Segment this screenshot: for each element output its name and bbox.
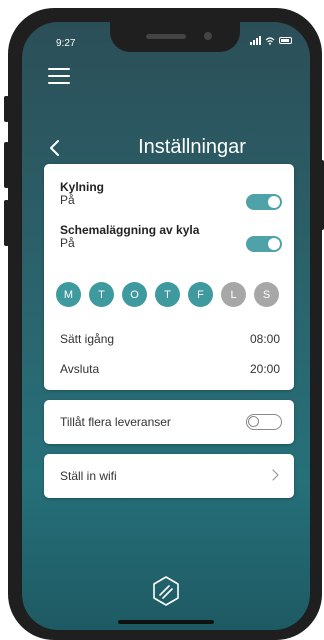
end-time-label: Avsluta [60, 362, 100, 376]
volume-up-button [4, 142, 9, 188]
camera [204, 32, 212, 40]
cooling-value: På [60, 193, 75, 207]
page-title: Inställningar [138, 136, 246, 158]
wifi-setup-label: Ställ in wifi [60, 469, 117, 483]
cooling-toggle[interactable] [246, 194, 282, 210]
day-thursday[interactable]: T [155, 282, 180, 307]
app-screen: 9:27 Inställningar Kylning På Schemalägg… [22, 22, 310, 630]
schedule-toggle[interactable] [246, 236, 282, 252]
cooling-settings-card: Kylning På Schemaläggning av kyla På M T… [44, 164, 294, 390]
day-friday[interactable]: F [188, 282, 213, 307]
day-sunday[interactable]: S [254, 282, 279, 307]
home-indicator[interactable] [118, 620, 214, 624]
multiple-deliveries-toggle[interactable] [246, 414, 282, 430]
back-chevron-icon[interactable] [46, 138, 66, 158]
weekday-selector: M T O T F L S [56, 282, 279, 307]
schedule-value: På [60, 236, 75, 250]
cooling-title: Kylning [60, 180, 104, 194]
notch [110, 22, 240, 52]
signal-icon [250, 36, 261, 45]
volume-down-button [4, 200, 9, 246]
end-time-value[interactable]: 20:00 [250, 362, 280, 376]
battery-icon [279, 37, 292, 44]
chevron-right-icon[interactable] [270, 468, 280, 482]
wifi-setup-card[interactable]: Ställ in wifi [44, 454, 294, 498]
multiple-deliveries-card: Tillåt flera leveranser [44, 400, 294, 444]
hamburger-menu-icon[interactable] [48, 68, 70, 86]
brand-logo-icon [153, 576, 179, 606]
speaker [146, 34, 186, 39]
multiple-deliveries-label: Tillåt flera leveranser [60, 415, 171, 429]
status-icons [250, 36, 292, 45]
schedule-title: Schemaläggning av kyla [60, 223, 200, 237]
wifi-icon [265, 36, 275, 45]
start-time-value[interactable]: 08:00 [250, 332, 280, 346]
day-saturday[interactable]: L [221, 282, 246, 307]
day-tuesday[interactable]: T [89, 282, 114, 307]
day-monday[interactable]: M [56, 282, 81, 307]
day-wednesday[interactable]: O [122, 282, 147, 307]
power-button [319, 160, 324, 230]
mute-switch [4, 96, 9, 122]
status-time: 9:27 [56, 38, 76, 49]
start-time-label: Sätt igång [60, 332, 115, 346]
